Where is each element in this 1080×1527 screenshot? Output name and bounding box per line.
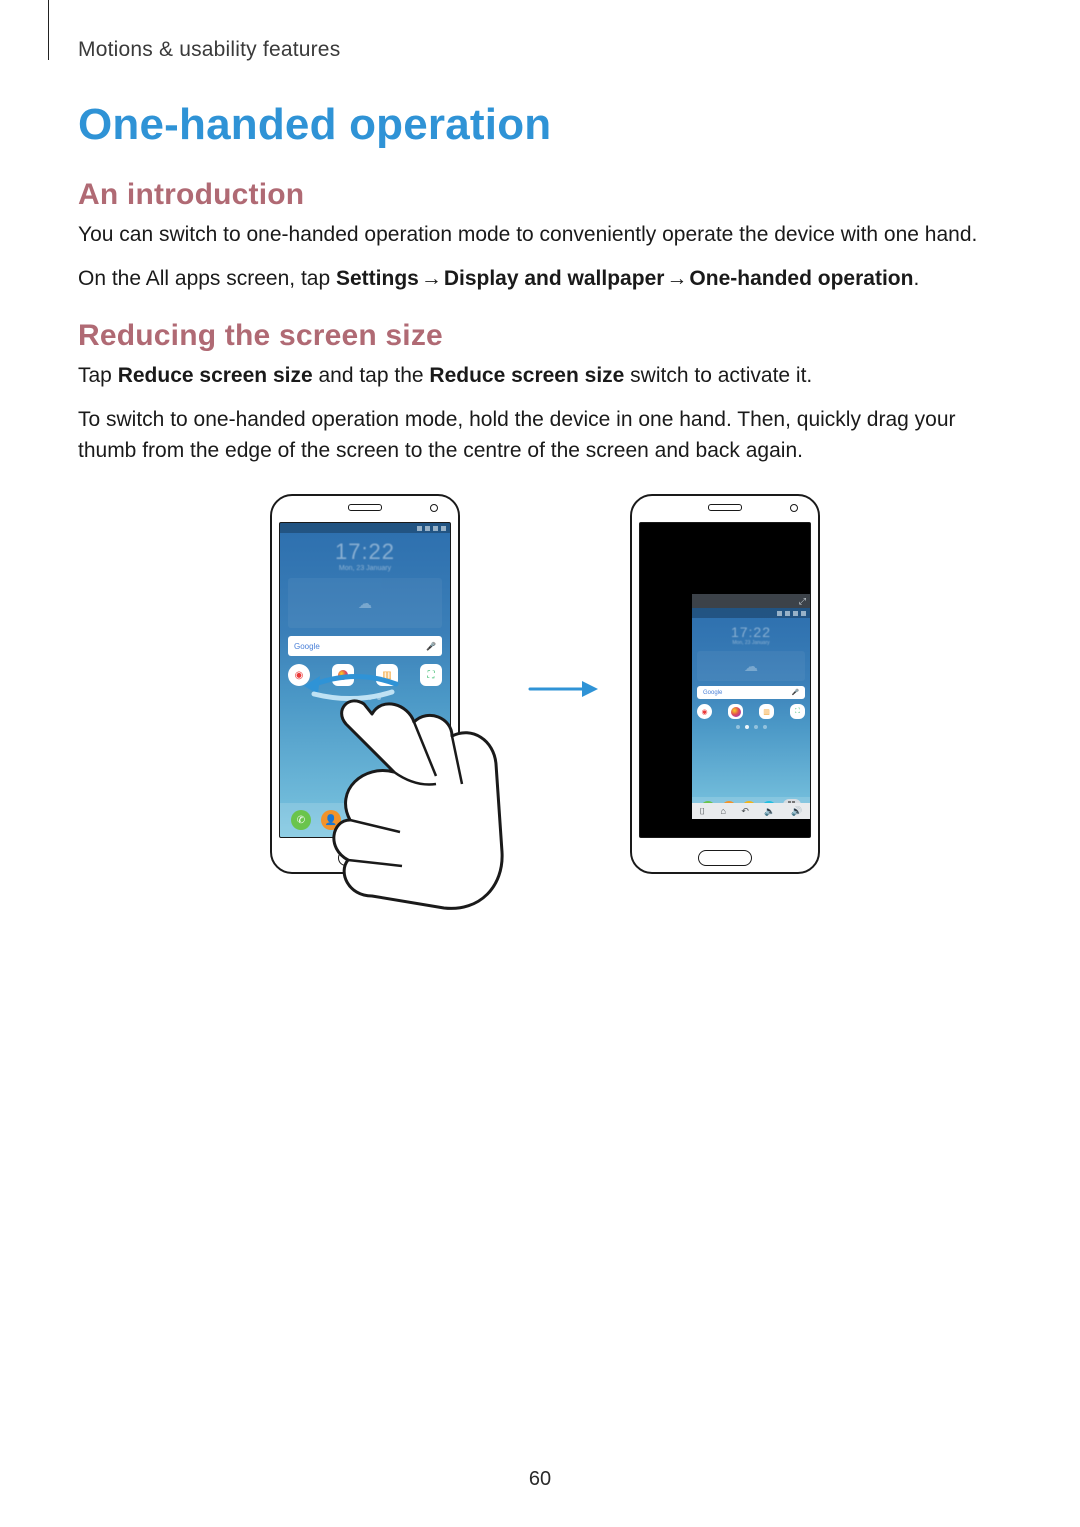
phone-app-icon: ✆ <box>291 810 311 830</box>
apps-drawer-icon <box>411 806 439 834</box>
page-number: 60 <box>0 1468 1080 1491</box>
google-search-bar: Google 🎤 <box>288 636 442 656</box>
text: . <box>913 267 919 290</box>
section-heading-introduction: An introduction <box>78 178 998 212</box>
app-icon <box>332 664 354 686</box>
mic-icon: 🎤 <box>792 689 799 696</box>
home-button <box>338 850 392 866</box>
reduced-screen-window: ⤢ 17:22 Mon, 23 January ☁ <box>692 594 810 819</box>
margin-rule <box>48 0 49 60</box>
phone-illustration-right: ⤢ 17:22 Mon, 23 January ☁ <box>630 494 820 874</box>
text: switch to activate it. <box>624 364 812 387</box>
weather-widget: ☁ <box>288 578 442 628</box>
figure-before: 17:22 Mon, 23 January ☁ Google 🎤 ◉ <box>256 494 496 924</box>
back-icon: ↶ <box>741 806 749 817</box>
text: and tap the <box>313 364 430 387</box>
reduced-window-header: ⤢ <box>692 594 810 608</box>
phone-screen: 17:22 Mon, 23 January ☁ Google 🎤 ◉ <box>279 522 451 838</box>
app-icon: ▥ <box>759 704 774 719</box>
bold-settings: Settings <box>336 267 419 290</box>
text: Tap <box>78 364 118 387</box>
app-row: ◉ ▥ ⛶ <box>697 704 805 719</box>
cloud-icon: ☁ <box>358 595 372 612</box>
soft-nav-bar: ⌷ ⌂ ↶ 🔈 🔊 <box>692 803 810 819</box>
cloud-icon: ☁ <box>744 658 758 675</box>
google-search-bar: Google 🎤 <box>697 686 805 699</box>
app-icon: ◉ <box>288 664 310 686</box>
transition-arrow-icon <box>528 677 598 701</box>
phone-screen: ⤢ 17:22 Mon, 23 January ☁ <box>639 522 811 838</box>
intro-paragraph-2: On the All apps screen, tap Settings → D… <box>78 264 998 294</box>
contacts-app-icon: 👤 <box>321 810 341 830</box>
bold-reduce-screen-size-1: Reduce screen size <box>118 364 313 387</box>
phone-earpiece <box>708 504 742 511</box>
status-bar <box>280 523 450 533</box>
arrow-glyph: → <box>419 264 444 294</box>
status-bar <box>692 608 810 618</box>
messages-app-icon: ✉ <box>351 810 371 830</box>
home-screen: 17:22 Mon, 23 January ☁ Google 🎤 ◉ <box>692 608 810 819</box>
reduce-paragraph-2: To switch to one-handed operation mode, … <box>78 405 998 466</box>
page-indicator <box>736 725 767 729</box>
weather-widget: ☁ <box>697 651 805 681</box>
figure-row: 17:22 Mon, 23 January ☁ Google 🎤 ◉ <box>78 494 998 924</box>
running-head: Motions & usability features <box>78 38 340 62</box>
recent-apps-icon: ⌷ <box>700 806 705 817</box>
arrow-glyph: → <box>664 264 689 294</box>
search-label: Google <box>703 690 722 696</box>
clock-widget: 17:22 Mon, 23 January <box>280 533 450 574</box>
internet-app-icon: 🌐 <box>381 810 401 830</box>
clock-time: 17:22 <box>280 539 450 565</box>
clock-widget: 17:22 Mon, 23 January <box>692 618 810 648</box>
reduce-paragraph-1: Tap Reduce screen size and tap the Reduc… <box>78 361 998 391</box>
mic-icon: 🎤 <box>426 642 436 651</box>
clock-time: 17:22 <box>692 624 810 640</box>
reduced-window-content: 17:22 Mon, 23 January ☁ Google 🎤 ◉ <box>692 608 810 819</box>
search-label: Google <box>294 642 320 651</box>
phone-earpiece <box>348 504 382 511</box>
intro-paragraph-1: You can switch to one-handed operation m… <box>78 220 998 250</box>
clock-date: Mon, 23 January <box>692 640 810 646</box>
app-icon <box>728 704 743 719</box>
app-icon: ⛶ <box>420 664 442 686</box>
home-button <box>698 850 752 866</box>
app-icon: ⛶ <box>790 704 805 719</box>
app-icon: ▥ <box>376 664 398 686</box>
volume-down-icon: 🔈 <box>764 806 775 817</box>
bold-reduce-screen-size-2: Reduce screen size <box>429 364 624 387</box>
page-title: One-handed operation <box>78 100 998 150</box>
text: On the All apps screen, tap <box>78 267 336 290</box>
clock-date: Mon, 23 January <box>280 565 450 572</box>
home-screen: 17:22 Mon, 23 January ☁ Google 🎤 ◉ <box>280 523 450 837</box>
phone-illustration-left: 17:22 Mon, 23 January ☁ Google 🎤 ◉ <box>270 494 460 874</box>
section-heading-reducing: Reducing the screen size <box>78 319 998 353</box>
content-area: One-handed operation An introduction You… <box>78 100 998 924</box>
app-icon: ◉ <box>697 704 712 719</box>
dock: ✆ 👤 ✉ 🌐 <box>280 803 450 837</box>
resize-icon: ⤢ <box>799 596 806 607</box>
volume-up-icon: 🔊 <box>791 806 802 817</box>
page-indicator <box>350 696 381 700</box>
manual-page: Motions & usability features One-handed … <box>0 0 1080 1527</box>
bold-display-wallpaper: Display and wallpaper <box>444 267 665 290</box>
home-icon: ⌂ <box>721 806 726 816</box>
app-row: ◉ ▥ ⛶ <box>288 664 442 686</box>
bold-one-handed-operation: One-handed operation <box>689 267 913 290</box>
